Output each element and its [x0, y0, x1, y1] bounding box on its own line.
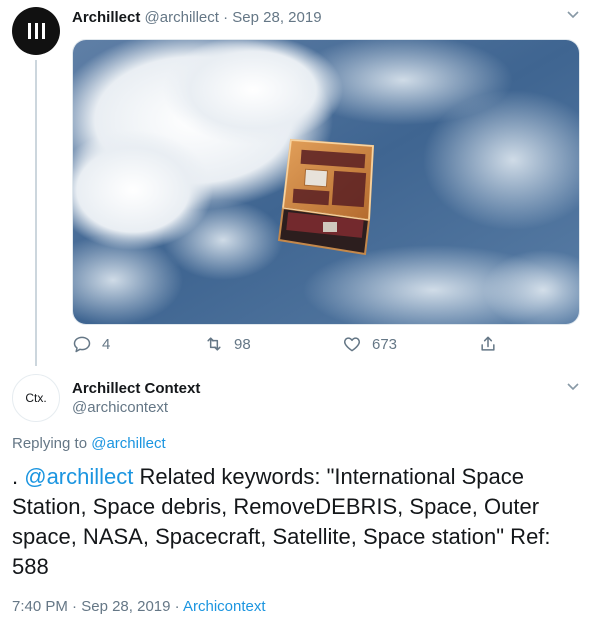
archillect-avatar[interactable]	[12, 7, 60, 55]
share-action[interactable]	[478, 334, 498, 354]
tweet-body: . @archillect Related keywords: "Interna…	[12, 462, 577, 582]
tweet-meta: 7:40 PM · Sep 28, 2019 · Archicontext	[12, 598, 266, 616]
satellite-image	[73, 40, 579, 324]
tweet1-header: Archillect @archillect · Sep 28, 2019	[72, 8, 322, 28]
source-link[interactable]: Archicontext	[183, 598, 266, 615]
meta-dot: ·	[67, 598, 82, 615]
archillect-logo-bar	[41, 23, 45, 39]
author-handle[interactable]: @archicontext	[72, 399, 168, 417]
author-name[interactable]: Archillect Context	[72, 380, 200, 398]
retweet-count: 98	[234, 335, 251, 353]
replying-handle-link[interactable]: @archillect	[91, 435, 165, 452]
replying-to: Replying to @archillect	[12, 434, 166, 454]
tweet-time[interactable]: 7:40 PM	[12, 598, 68, 615]
mention-link[interactable]: @archillect	[24, 464, 133, 489]
body-prefix: .	[12, 464, 25, 489]
like-count: 673	[372, 335, 398, 353]
tweet-media-image[interactable]	[72, 39, 580, 325]
reply-action[interactable]: 4	[72, 334, 110, 354]
chevron-down-icon[interactable]	[566, 10, 580, 20]
author-name[interactable]: Archillect	[72, 9, 140, 26]
separator: ·	[223, 9, 229, 26]
tweet-date[interactable]: Sep 28, 2019	[232, 9, 321, 26]
archillect-logo-icon	[27, 23, 31, 39]
meta-dot: ·	[170, 598, 183, 615]
reply-count: 4	[102, 335, 111, 353]
avatar-text: Ctx.	[25, 391, 47, 405]
retweet-action[interactable]: 98	[204, 334, 251, 354]
like-action[interactable]: 673	[342, 334, 397, 354]
heart-icon	[344, 337, 360, 352]
retweet-icon	[207, 337, 221, 351]
replying-label: Replying to	[12, 435, 88, 452]
archillect-logo-bar	[34, 23, 38, 39]
satellite	[277, 138, 375, 256]
chevron-down-icon[interactable]	[566, 382, 580, 392]
archicontext-avatar[interactable]: Ctx.	[12, 374, 60, 422]
thread-line	[35, 60, 37, 366]
author-handle[interactable]: @archillect	[145, 9, 219, 26]
tweet-actions: 4 98 673	[72, 334, 512, 356]
reply-icon	[73, 336, 91, 353]
tweet-date[interactable]: Sep 28, 2019	[81, 598, 170, 615]
share-icon	[481, 336, 495, 351]
